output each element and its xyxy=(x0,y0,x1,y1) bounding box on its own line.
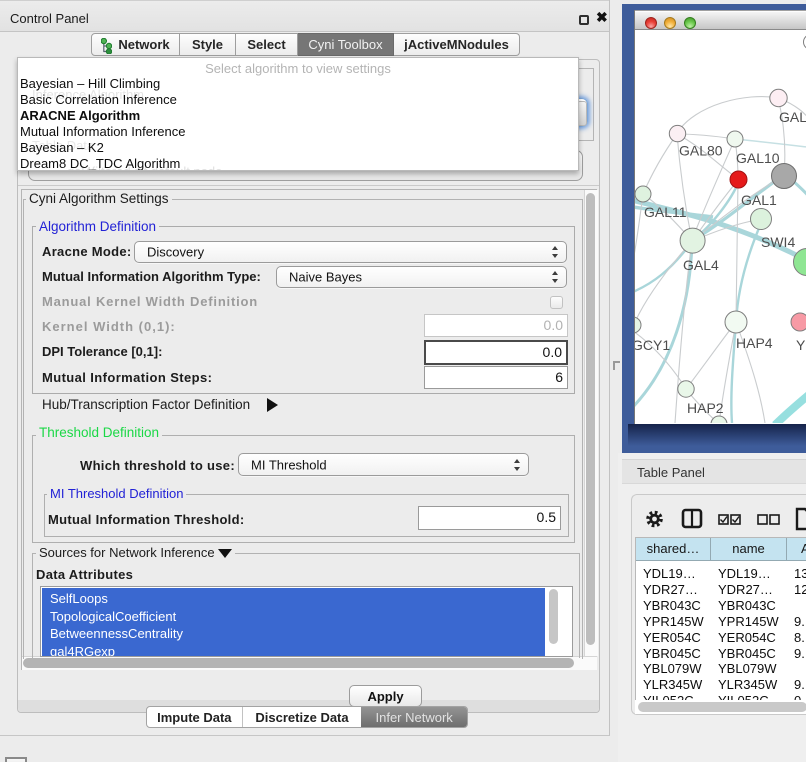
svg-text:Y: Y xyxy=(796,337,806,353)
svg-text:HAP4: HAP4 xyxy=(736,335,773,351)
svg-text:GCY1: GCY1 xyxy=(635,337,670,353)
svg-text:GAL10: GAL10 xyxy=(736,150,780,166)
svg-text:GAL1: GAL1 xyxy=(741,192,777,208)
svg-text:GAL11: GAL11 xyxy=(644,204,687,220)
svg-text:GAL80: GAL80 xyxy=(679,143,723,159)
svg-text:GAL7: GAL7 xyxy=(779,109,806,125)
svg-text:HAP2: HAP2 xyxy=(687,400,724,416)
svg-text:GAL4: GAL4 xyxy=(683,257,719,273)
svg-text:SWI4: SWI4 xyxy=(761,234,795,250)
